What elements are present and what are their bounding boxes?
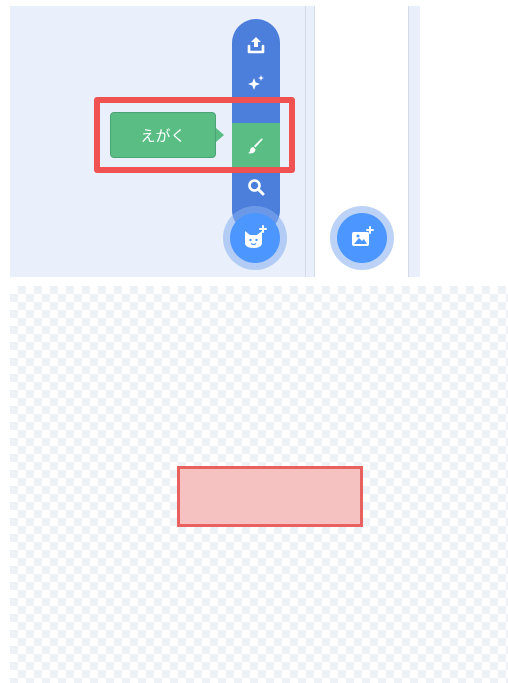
paint-canvas[interactable]: [10, 286, 508, 683]
cat-plus-icon: [245, 225, 267, 248]
backdrop-plus-icon: [352, 226, 374, 246]
upload-icon: [247, 37, 265, 54]
choose-sprite-button-inner: [230, 213, 280, 263]
highlight-annotation: [94, 97, 295, 173]
sprite-selector-area: えがく: [10, 6, 420, 277]
drawn-rectangle[interactable]: [177, 466, 363, 527]
stage-strip: [408, 6, 420, 277]
search-icon: [248, 179, 265, 196]
choose-backdrop-button-inner: [337, 213, 387, 263]
sparkles-icon: [248, 75, 264, 90]
surprise-sprite-button[interactable]: [232, 69, 280, 97]
choose-sprite-button[interactable]: [223, 206, 287, 270]
choose-backdrop-button[interactable]: [330, 206, 394, 270]
upload-sprite-button[interactable]: [232, 25, 280, 65]
search-sprite-button[interactable]: [232, 173, 280, 201]
pane-divider: [305, 6, 315, 277]
